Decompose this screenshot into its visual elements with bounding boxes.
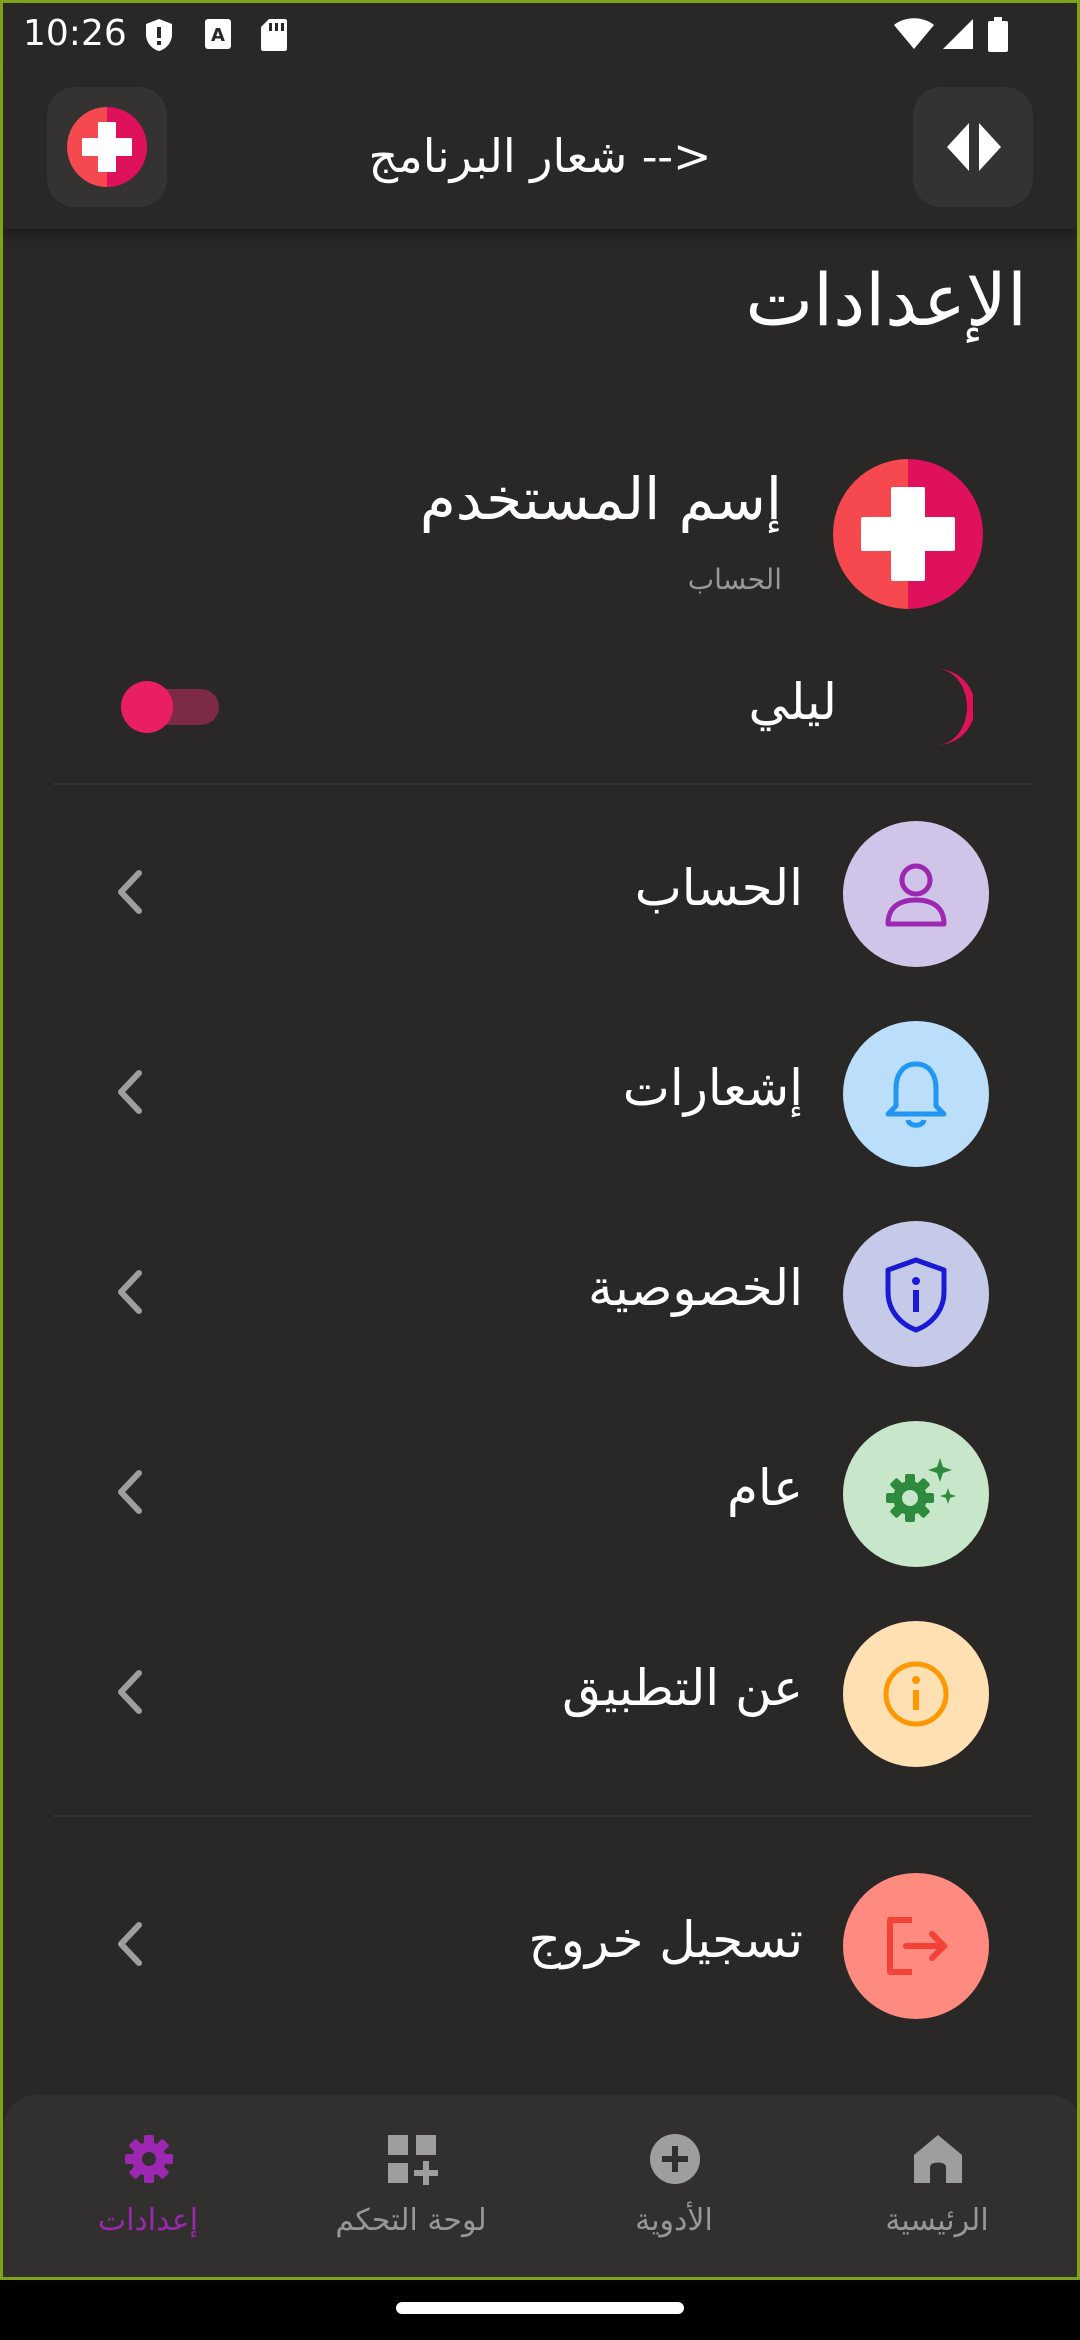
- nav-label: الرئيسية: [885, 2203, 989, 2238]
- shield-status-icon: [143, 17, 175, 57]
- username: إسم المستخدم: [419, 465, 782, 533]
- chevron-left-icon: [115, 1269, 145, 1319]
- bottom-navigation: إعدادات لوحة التحكم الأدوية الرئيسية: [3, 2095, 1077, 2277]
- menu-item-label: إشعارات: [622, 1059, 803, 1117]
- info-icon: [883, 1661, 949, 1727]
- status-time: 10:26: [23, 13, 127, 54]
- nav-dashboard[interactable]: لوحة التحكم: [301, 2095, 521, 2277]
- menu-item-general[interactable]: عام: [3, 1419, 1077, 1569]
- shield-info-icon: [885, 1257, 947, 1333]
- menu-item-label: الحساب: [634, 859, 803, 917]
- status-bar: 10:26 A: [3, 3, 1077, 69]
- home-icon: [912, 2133, 964, 2189]
- menu-item-label: عن التطبيق: [562, 1659, 803, 1717]
- chevron-left-icon: [115, 1921, 145, 1971]
- user-avatar[interactable]: [833, 459, 983, 609]
- chevron-left-icon: [115, 1669, 145, 1719]
- menu-item-notifications[interactable]: إشعارات: [3, 1019, 1077, 1169]
- gear-icon: [123, 2133, 175, 2189]
- svg-text:A: A: [211, 25, 225, 46]
- menu-item-account[interactable]: الحساب: [3, 819, 1077, 969]
- menu-item-privacy[interactable]: الخصوصية: [3, 1219, 1077, 1369]
- logout-icon: [887, 1917, 947, 1975]
- person-icon: [885, 863, 947, 927]
- nav-settings[interactable]: إعدادات: [38, 2095, 258, 2277]
- account-subtitle: الحساب: [687, 563, 782, 596]
- app-screen: 10:26 A شعار البرنامج --> الإعدادات إسم …: [0, 0, 1080, 2280]
- arrows-left-right-icon: [943, 121, 1005, 177]
- gear-sparkle-icon: [886, 1458, 956, 1522]
- divider: [53, 783, 1033, 785]
- dark-mode-toggle[interactable]: [121, 681, 221, 733]
- dark-mode-label: ليلي: [748, 673, 837, 731]
- wifi-icon: [893, 17, 935, 55]
- toggle-thumb: [121, 681, 173, 733]
- app-bar: شعار البرنامج -->: [3, 69, 1077, 229]
- about-icon-circle: [843, 1621, 989, 1767]
- logout-label: تسجيل خروج: [528, 1911, 803, 1969]
- battery-icon: [987, 17, 1009, 57]
- page-title: الإعدادات: [745, 258, 1027, 342]
- general-icon-circle: [843, 1421, 989, 1567]
- notifications-icon-circle: [843, 1021, 989, 1167]
- bell-icon: [885, 1061, 947, 1128]
- menu-item-logout[interactable]: تسجيل خروج: [3, 1871, 1077, 2021]
- privacy-icon-circle: [843, 1221, 989, 1367]
- dashboard-add-icon: [386, 2133, 438, 2189]
- nav-home[interactable]: الرئيسية: [827, 2095, 1047, 2277]
- nav-label: إعدادات: [97, 2203, 199, 2238]
- direction-toggle-button[interactable]: [913, 87, 1033, 207]
- menu-item-label: الخصوصية: [588, 1259, 803, 1317]
- nav-medicines[interactable]: الأدوية: [564, 2095, 784, 2277]
- account-icon-circle: [843, 821, 989, 967]
- plus-circle-icon: [649, 2133, 701, 2189]
- chevron-left-icon: [115, 1069, 145, 1119]
- nav-label: الأدوية: [635, 2203, 713, 2238]
- logout-icon-circle: [843, 1873, 989, 2019]
- menu-item-label: عام: [726, 1459, 803, 1517]
- moon-icon: [903, 667, 975, 751]
- sd-card-status-icon: [259, 17, 289, 57]
- divider: [53, 1815, 1033, 1817]
- chevron-left-icon: [115, 1469, 145, 1519]
- gesture-home-bar[interactable]: [396, 2302, 684, 2314]
- menu-item-about[interactable]: عن التطبيق: [3, 1619, 1077, 1769]
- nav-label: لوحة التحكم: [335, 2203, 487, 2238]
- chevron-left-icon: [115, 869, 145, 919]
- keyboard-status-icon: A: [203, 17, 233, 55]
- signal-icon: [941, 17, 975, 55]
